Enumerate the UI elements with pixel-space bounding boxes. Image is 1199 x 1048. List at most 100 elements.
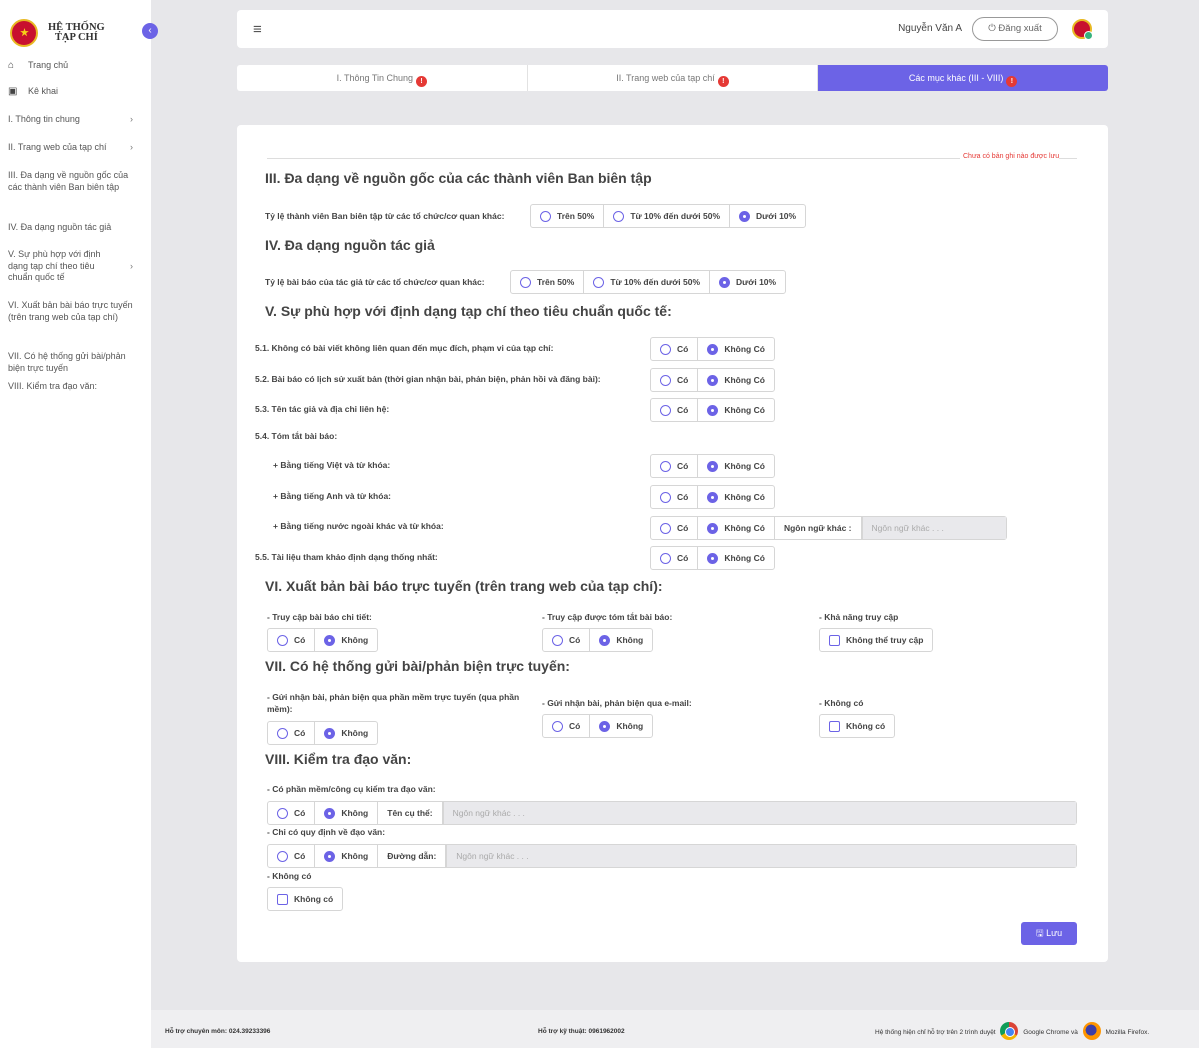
radio-icon (540, 210, 551, 222)
yes-option[interactable]: Có (651, 338, 699, 360)
no-option[interactable]: Không (590, 715, 652, 737)
sidebar-nav: ⌂ Trang chủ ▣ Kê khai I. Thông tin chung… (0, 58, 151, 401)
sidebar-item-plagiarism[interactable]: VIII. Kiểm tra đạo văn: (0, 381, 151, 401)
s7-b-radio-group: Có Không (542, 714, 654, 738)
yes-option[interactable]: Có (268, 629, 316, 651)
sidebar-item-format[interactable]: V. Sự phù hợp với định dạng tạp chí theo… (0, 249, 151, 300)
radio-icon (660, 552, 671, 564)
yes-option[interactable]: Có (651, 547, 699, 569)
s4-option-under-10[interactable]: Dưới 10% (710, 271, 785, 293)
sidebar-item-label: III. Đa dạng về nguồn gốc của các thành … (8, 170, 129, 192)
divider (267, 158, 1077, 159)
radio-checked-icon (707, 522, 719, 534)
radio-checked-icon (707, 491, 719, 503)
s5-q4b-label: + Bằng tiếng Anh và từ khóa: (273, 491, 392, 501)
no-option[interactable]: Không Có (698, 455, 774, 477)
radio-checked-icon (324, 634, 336, 646)
radio-icon (613, 210, 625, 222)
sidebar-item-online-publish[interactable]: VI. Xuất bản bài báo trực tuyến (trên tr… (0, 300, 151, 351)
yes-option[interactable]: Có (268, 802, 316, 824)
radio-checked-icon (707, 460, 719, 472)
radio-icon (277, 634, 288, 646)
power-icon: ⏻ (988, 23, 996, 34)
radio-icon (277, 850, 288, 862)
s4-option-10-50[interactable]: Từ 10% đến dưới 50% (584, 271, 711, 293)
footer-browser-support: Hệ thống hiện chỉ hỗ trợ trên 2 trình du… (875, 1022, 1149, 1040)
s3-option-under-10[interactable]: Dưới 10% (730, 205, 805, 227)
save-button[interactable]: 🖫 Lưu (1021, 922, 1077, 945)
no-option[interactable]: Không (315, 722, 377, 744)
section-vii-title: VII. Có hệ thống gửi bài/phản biện trực … (265, 658, 570, 674)
yes-option[interactable]: Có (651, 517, 699, 539)
s5-q5-label: 5.5. Tài liệu tham khảo định dạng thống … (255, 552, 438, 562)
yes-option[interactable]: Có (543, 629, 591, 651)
logout-button[interactable]: ⏻ Đăng xuất (972, 17, 1058, 41)
none-checkbox[interactable]: Không có (268, 888, 342, 910)
radio-icon (520, 276, 531, 288)
sidebar-item-declare[interactable]: ▣ Kê khai (0, 86, 151, 114)
no-option[interactable]: Không (315, 845, 379, 867)
floppy-icon: 🖫 (1035, 928, 1044, 938)
s6-c-checkbox-group: Không thể truy cập (819, 628, 934, 652)
none-checkbox[interactable]: Không có (820, 715, 894, 737)
form-card: Chưa có bản ghi nào được lưu III. Đa dạn… (237, 125, 1108, 962)
s8-a-radio-group: Có Không Tên cụ thể: Ngôn ngữ khác . . . (267, 801, 1077, 825)
no-option[interactable]: Không (315, 802, 379, 824)
s5-q4-label: 5.4. Tóm tắt bài báo: (255, 431, 338, 441)
link-input[interactable]: Ngôn ngữ khác . . . (446, 845, 1076, 867)
radio-checked-icon (324, 727, 336, 739)
no-option[interactable]: Không Có (698, 486, 774, 508)
sidebar-item-home[interactable]: ⌂ Trang chủ (0, 58, 151, 86)
radio-icon (277, 727, 288, 739)
no-option[interactable]: Không Có (698, 399, 774, 421)
no-option[interactable]: Không Có (698, 517, 775, 539)
tab-website[interactable]: II. Trang web của tạp chí! (528, 65, 819, 91)
tab-label: Các mục khác (III - VIII) (908, 73, 1004, 83)
s3-option-10-50[interactable]: Từ 10% đến dưới 50% (604, 205, 731, 227)
no-option[interactable]: Không (315, 629, 377, 651)
brand-line2: TẠP CHÍ (54, 32, 98, 43)
sidebar-item-website[interactable]: II. Trang web của tạp chí › (0, 142, 151, 170)
avatar[interactable] (1072, 19, 1093, 40)
tab-general-info[interactable]: I. Thông Tin Chung! (237, 65, 528, 91)
no-option[interactable]: Không Có (698, 369, 774, 391)
s5-q2-label: 5.2. Bài báo có lịch sử xuất bản (thời g… (255, 374, 601, 384)
tool-name-input[interactable]: Ngôn ngữ khác . . . (442, 802, 1076, 824)
link-label: Đường dẫn: (378, 845, 447, 867)
yes-option[interactable]: Có (651, 399, 699, 421)
sidebar-item-online-review[interactable]: VII. Có hệ thống gửi bài/phản biện trực … (0, 351, 151, 381)
yes-option[interactable]: Có (651, 369, 699, 391)
yes-option[interactable]: Có (268, 722, 316, 744)
no-option[interactable]: Không (590, 629, 652, 651)
s8-a-label: - Có phần mềm/công cụ kiểm tra đạo văn: (267, 784, 436, 794)
yes-option[interactable]: Có (651, 486, 699, 508)
s4-option-over-50[interactable]: Trên 50% (511, 271, 585, 293)
sidebar: HỆ THỐNG TẠP CHÍ ⌂ Trang chủ ▣ Kê khai I… (0, 0, 151, 1048)
s3-option-over-50[interactable]: Trên 50% (531, 205, 605, 227)
tab-other-sections[interactable]: Các mục khác (III - VIII)! (818, 65, 1108, 91)
yes-option[interactable]: Có (651, 455, 699, 477)
radio-icon (660, 343, 671, 355)
footer: Hỗ trợ chuyên môn: 024.39233396 Hỗ trợ k… (151, 1010, 1199, 1048)
yes-option[interactable]: Có (268, 845, 316, 867)
no-option[interactable]: Không Có (698, 547, 774, 569)
other-language-input[interactable]: Ngôn ngữ khác . . . (861, 517, 1006, 539)
s7-b-label: - Gửi nhận bài, phản biện qua e-mail: (542, 698, 692, 708)
checkbox-icon (829, 720, 840, 732)
cannot-access-checkbox[interactable]: Không thể truy cập (820, 629, 932, 651)
sidebar-item-label: I. Thông tin chung (8, 114, 80, 124)
sidebar-item-author-diversity[interactable]: IV. Đa dạng nguồn tác giả (0, 222, 151, 249)
radio-icon (660, 522, 671, 534)
no-option[interactable]: Không Có (698, 338, 774, 360)
radio-checked-icon (739, 210, 751, 222)
checkbox-icon (277, 893, 288, 905)
sidebar-item-general-info[interactable]: I. Thông tin chung › (0, 114, 151, 142)
sidebar-item-editorial-board[interactable]: III. Đa dạng về nguồn gốc của các thành … (0, 170, 151, 222)
save-label: Lưu (1046, 928, 1063, 938)
radio-icon (593, 276, 605, 288)
hamburger-menu-icon[interactable]: ≡ (253, 21, 262, 38)
brand[interactable]: HỆ THỐNG TẠP CHÍ (0, 0, 151, 52)
chevron-right-icon: › (130, 142, 133, 152)
yes-option[interactable]: Có (543, 715, 591, 737)
sidebar-collapse-button[interactable]: ‹ (142, 23, 158, 39)
